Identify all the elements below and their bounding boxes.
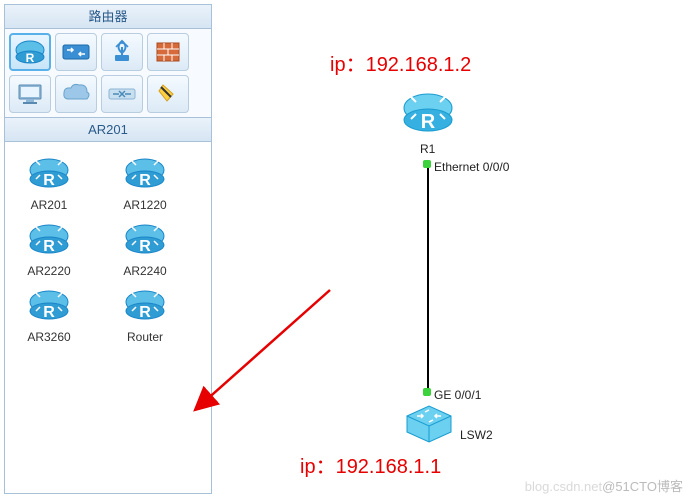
node-r1-label: R1: [420, 142, 435, 156]
svg-text:R: R: [26, 51, 35, 65]
port-dot-top: [423, 160, 431, 168]
firewall-category-icon[interactable]: [147, 33, 189, 71]
port-top-label: Ethernet 0/0/0: [434, 160, 509, 174]
svg-text:R: R: [139, 172, 151, 189]
svg-text:R: R: [43, 172, 55, 189]
svg-text:R: R: [139, 238, 151, 255]
svg-text:R: R: [421, 111, 436, 133]
device-ar201[interactable]: R AR201: [13, 154, 85, 212]
device-ar1220[interactable]: R AR1220: [109, 154, 181, 212]
ip-label-bottom: ip：192.168.1.1: [300, 450, 441, 479]
device-label: AR201: [13, 198, 85, 212]
device-label: Router: [109, 330, 181, 344]
router-category-icon[interactable]: R: [9, 33, 51, 71]
node-lsw2-label: LSW2: [460, 428, 493, 442]
category-row: R: [5, 29, 211, 118]
ip-label-top: ip：192.168.1.2: [330, 48, 471, 77]
link-r1-lsw2[interactable]: [427, 160, 429, 395]
device-router[interactable]: R Router: [109, 286, 181, 344]
device-label: AR2240: [109, 264, 181, 278]
watermark-tag: @51CTO博客: [602, 479, 683, 494]
port-dot-bottom: [423, 388, 431, 396]
svg-text:R: R: [43, 304, 55, 321]
device-ar2240[interactable]: R AR2240: [109, 220, 181, 278]
device-sidebar: 路由器 R: [4, 4, 212, 494]
connection-category-icon[interactable]: [101, 75, 143, 113]
svg-text:R: R: [43, 238, 55, 255]
device-ar3260[interactable]: R AR3260: [13, 286, 85, 344]
sidebar-title: 路由器: [5, 5, 211, 29]
topology-canvas[interactable]: ip：192.168.1.2 R R1 Ethernet 0/0/0 GE 0/…: [220, 0, 690, 500]
pc-category-icon[interactable]: [9, 75, 51, 113]
watermark: blog.csdn.net@51CTO博客: [525, 476, 683, 495]
selected-model-header: AR201: [5, 118, 211, 142]
device-label: AR2220: [13, 264, 85, 278]
device-label: AR3260: [13, 330, 85, 344]
device-label: AR1220: [109, 198, 181, 212]
node-r1[interactable]: R: [400, 90, 456, 141]
custom-category-icon[interactable]: [147, 75, 189, 113]
switch-category-icon[interactable]: [55, 33, 97, 71]
device-grid: R AR201 R AR1220 R AR2220 R AR2240 R: [5, 142, 211, 356]
svg-text:R: R: [139, 304, 151, 321]
watermark-faint: blog.csdn.net: [525, 479, 602, 494]
node-lsw2[interactable]: [403, 402, 455, 447]
port-bottom-label: GE 0/0/1: [434, 388, 481, 402]
cloud-category-icon[interactable]: [55, 75, 97, 113]
device-ar2220[interactable]: R AR2220: [13, 220, 85, 278]
wlan-category-icon[interactable]: [101, 33, 143, 71]
